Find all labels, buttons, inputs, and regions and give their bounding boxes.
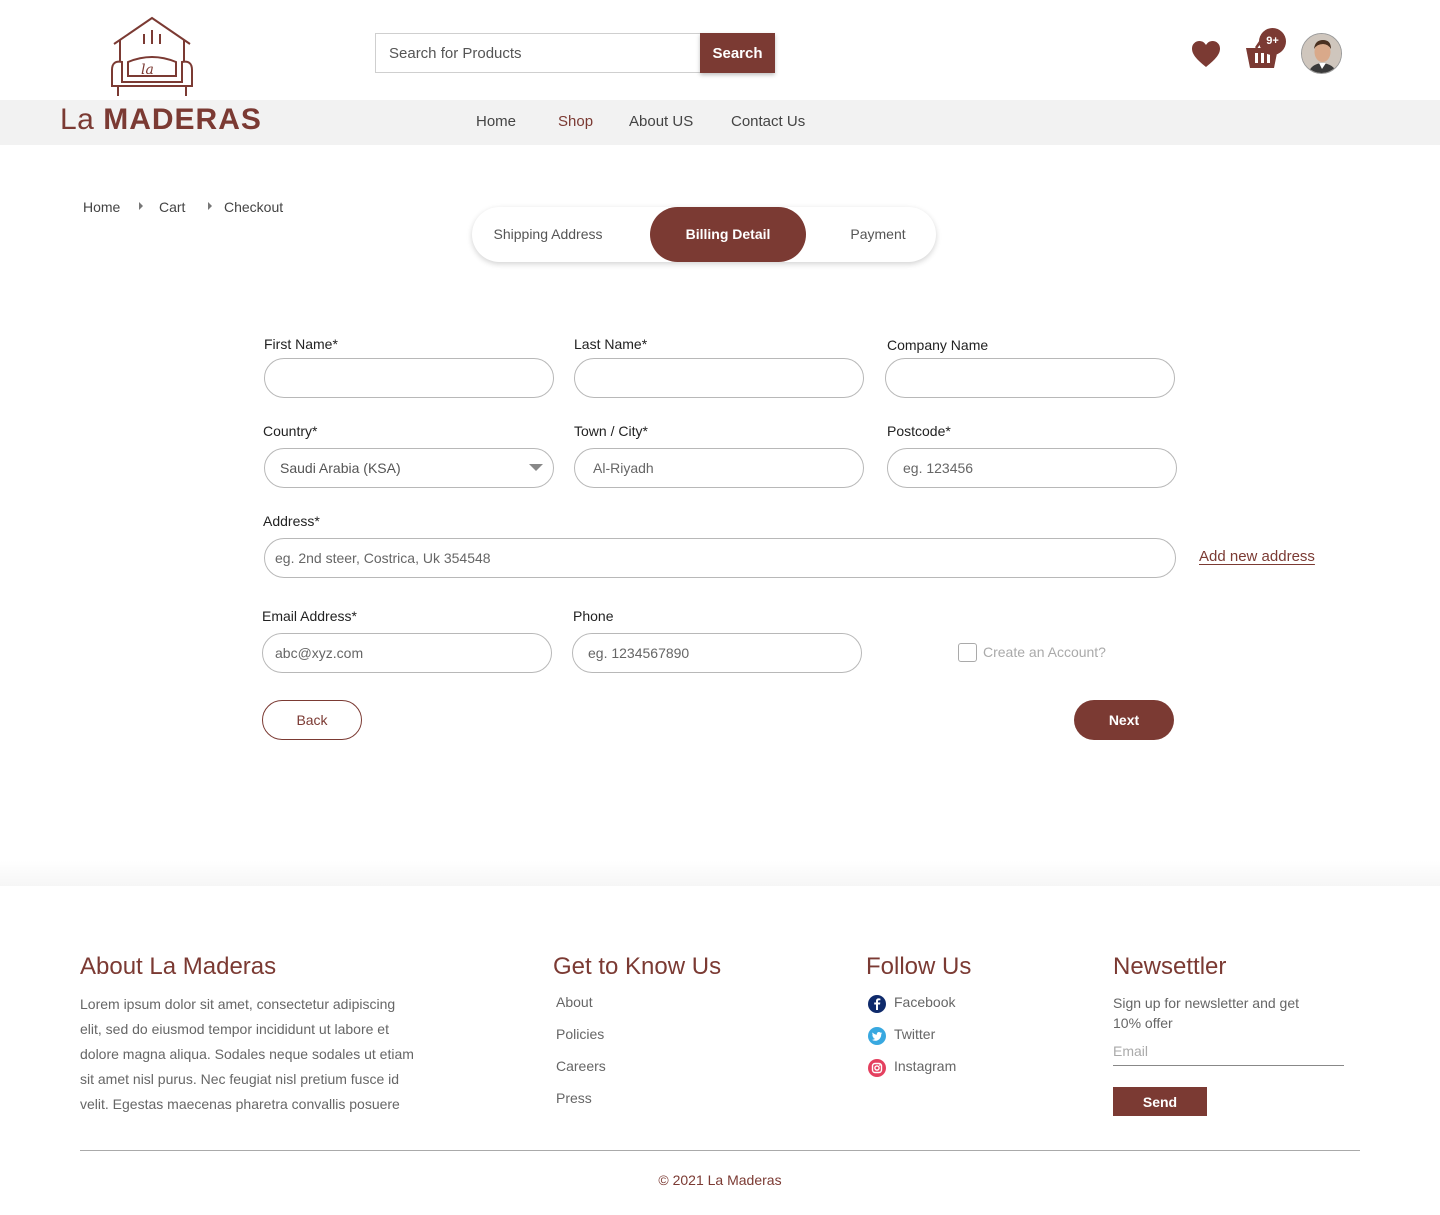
country-select-value: Saudi Arabia (KSA)	[280, 460, 401, 476]
avatar-portrait-icon	[1302, 34, 1341, 73]
breadcrumb-checkout: Checkout	[224, 199, 284, 215]
facebook-icon	[868, 995, 886, 1013]
footer-know-title: Get to Know Us	[553, 953, 722, 980]
address-field[interactable]	[264, 538, 1176, 578]
create-account-label[interactable]: Create an Account?	[983, 644, 1106, 660]
nav-contact-us[interactable]: Contact Us	[731, 113, 805, 130]
footer-link-about[interactable]: About	[556, 994, 593, 1010]
search-input[interactable]	[375, 33, 701, 73]
checkout-steps: Shipping Address Billing Detail Payment	[472, 207, 936, 262]
footer-newsletter-title: Newsettler	[1113, 953, 1227, 980]
copyright-text: © 2021 La Maderas	[658, 1172, 782, 1188]
city-field[interactable]	[574, 448, 864, 488]
breadcrumb-cart[interactable]: Cart	[159, 199, 185, 215]
footer-link-twitter[interactable]: Twitter	[894, 1026, 935, 1042]
last-name-field[interactable]	[574, 358, 864, 398]
footer-link-instagram[interactable]: Instagram	[894, 1058, 956, 1074]
heart-icon	[1192, 41, 1220, 67]
footer-link-press[interactable]: Press	[556, 1090, 592, 1106]
postcode-label: Postcode*	[887, 423, 951, 439]
footer-link-careers[interactable]: Careers	[556, 1058, 606, 1074]
create-account-checkbox[interactable]	[958, 643, 977, 662]
first-name-label: First Name*	[264, 336, 338, 352]
newsletter-text: Sign up for newsletter and get 10% offer	[1113, 995, 1300, 1031]
newsletter-email-input[interactable]	[1113, 1037, 1344, 1066]
step-shipping-address[interactable]: Shipping Address	[472, 207, 624, 262]
last-name-label: Last Name*	[574, 336, 648, 352]
postcode-field[interactable]	[887, 448, 1177, 488]
email-field[interactable]	[262, 633, 552, 673]
instagram-icon	[868, 1059, 886, 1077]
add-new-address-link[interactable]: Add new address	[1199, 548, 1315, 565]
wishlist-button[interactable]	[1190, 38, 1222, 70]
search-button[interactable]: Search	[700, 33, 775, 73]
footer-link-facebook[interactable]: Facebook	[894, 994, 955, 1010]
brand-name: La MADERAS	[60, 103, 262, 137]
footer-divider	[80, 1150, 1360, 1151]
site-header: la La MADERAS Search 9+ Home Shop Abo	[0, 0, 1440, 145]
step-billing-detail[interactable]: Billing Detail	[650, 207, 806, 262]
nav-about-us[interactable]: About US	[629, 113, 693, 130]
brand-name-bold: MADERAS	[103, 103, 262, 136]
email-label: Email Address*	[262, 608, 357, 624]
back-button[interactable]: Back	[262, 700, 362, 740]
step-payment[interactable]: Payment	[832, 207, 924, 262]
footer-about-title: About La Maderas	[80, 953, 277, 980]
footer-link-policies[interactable]: Policies	[556, 1026, 604, 1042]
newsletter-send-button[interactable]: Send	[1113, 1087, 1207, 1116]
first-name-field[interactable]	[264, 358, 554, 398]
company-name-label: Company Name	[887, 337, 989, 353]
user-avatar[interactable]	[1301, 33, 1342, 74]
footer-divider-shadow	[0, 860, 1440, 886]
brand-logo[interactable]: la La MADERAS	[58, 14, 261, 139]
country-select[interactable]: Saudi Arabia (KSA)	[264, 448, 554, 488]
nav-shop[interactable]: Shop	[558, 113, 593, 130]
nav-home[interactable]: Home	[476, 113, 516, 130]
logo-mark-text: la	[141, 62, 154, 78]
city-label: Town / City*	[574, 423, 648, 439]
phone-field[interactable]	[572, 633, 862, 673]
footer-about-text: Lorem ipsum dolor sit amet, consectetur …	[80, 996, 414, 1112]
search-bar: Search	[375, 33, 775, 73]
breadcrumb-home[interactable]: Home	[83, 199, 120, 215]
phone-label: Phone	[573, 608, 614, 624]
country-label: Country*	[263, 423, 318, 439]
sofa-house-logo-icon: la	[111, 16, 193, 96]
brand-name-light: La	[60, 103, 95, 136]
footer-follow-title: Follow Us	[866, 953, 972, 980]
chevron-down-icon	[529, 464, 543, 471]
twitter-icon	[868, 1027, 886, 1045]
chevron-right-icon	[139, 202, 143, 210]
company-name-field[interactable]	[885, 358, 1175, 398]
next-button[interactable]: Next	[1074, 700, 1174, 740]
address-label: Address*	[263, 513, 320, 529]
cart-count-badge: 9+	[1259, 28, 1286, 55]
chevron-right-icon	[208, 202, 212, 210]
